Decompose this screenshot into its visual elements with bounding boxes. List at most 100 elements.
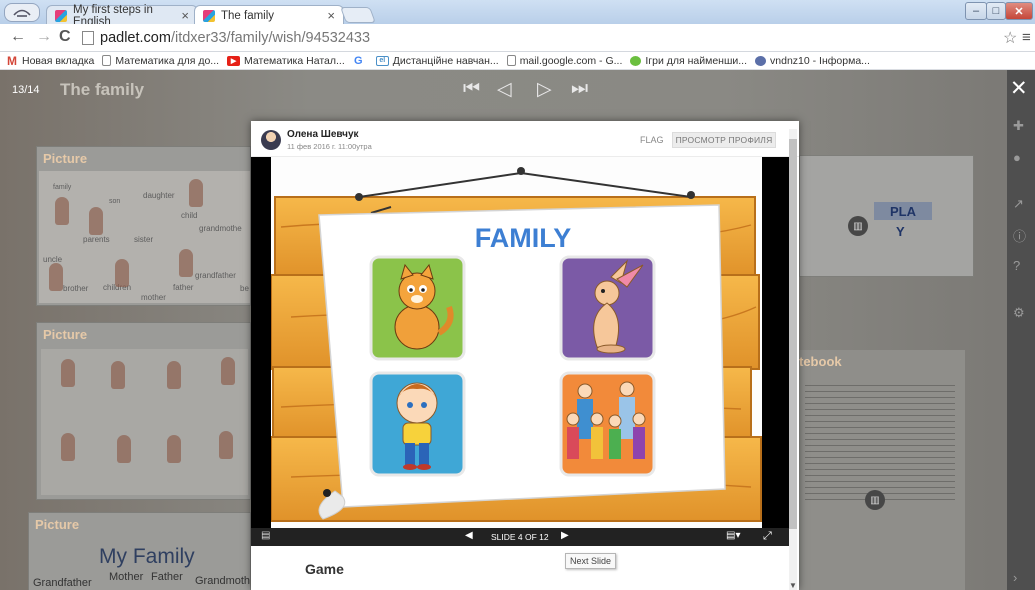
flag-button[interactable]: FLAG — [640, 135, 664, 145]
browser-menu-button[interactable] — [4, 3, 40, 22]
bookmark-label: Новая вкладка — [22, 54, 95, 67]
word-sister: sister — [134, 235, 154, 244]
board-card-picture-3[interactable]: Picture My Family Grandfather Mother Fat… — [28, 512, 251, 590]
add-icon[interactable]: ✚ — [1013, 118, 1024, 134]
slide-menu-icon[interactable]: ▤▾ — [726, 530, 740, 541]
slideshow-embed[interactable]: FAMILY — [251, 157, 789, 528]
first-post-icon[interactable]: ⏮ — [463, 78, 480, 100]
family-members-image — [41, 349, 248, 495]
bookmark-label: vndnz10 - Інформа... — [770, 54, 870, 67]
previous-post-icon[interactable]: ◁ — [497, 78, 512, 101]
family-tree-image: family son daughter child grandmothe par… — [39, 171, 250, 303]
figure-illustration — [89, 207, 103, 235]
padlet-favicon-icon — [203, 9, 215, 22]
bookmark-google[interactable]: G — [353, 55, 368, 67]
last-post-icon[interactable]: ⏭ — [571, 78, 588, 100]
next-slide-icon[interactable]: ▶ — [561, 530, 569, 541]
reload-icon[interactable]: C — [59, 28, 71, 46]
tab-title: The family — [221, 9, 275, 22]
slide-counter: SLIDE 4 OF 12 — [491, 532, 549, 542]
word-father-2: Father — [151, 571, 183, 583]
bookmark-mail[interactable]: mail.google.com - G... — [506, 55, 622, 67]
figure-illustration — [167, 361, 181, 389]
word-parents: parents — [83, 235, 110, 244]
word-mother: mother — [141, 293, 166, 302]
scroll-down-icon[interactable]: ▼ — [789, 581, 797, 590]
slide-image: FAMILY — [271, 157, 762, 528]
bookmark-label: Ігри для найменши... — [645, 54, 748, 67]
tab-my-first-steps[interactable]: My first steps in English × — [46, 4, 198, 28]
tab-the-family[interactable]: The family × — [194, 5, 344, 25]
book-icon[interactable]: ▥ — [865, 490, 885, 510]
word-child: child — [181, 211, 198, 220]
board-title: The family — [60, 80, 145, 99]
forward-arrow-icon[interactable]: → — [36, 28, 52, 46]
board-card-picture-1[interactable]: Picture family son daughter child grandm… — [36, 146, 251, 306]
previous-slide-icon[interactable]: ◀ — [465, 530, 473, 541]
bookmark-math[interactable]: Математика для до... — [102, 55, 219, 67]
back-arrow-icon[interactable]: ← — [10, 28, 26, 46]
figure-illustration — [117, 435, 131, 463]
new-tab-button[interactable] — [340, 7, 376, 23]
tab-close-icon[interactable]: × — [327, 8, 335, 23]
next-post-icon[interactable]: ▷ — [537, 78, 552, 101]
youtube-icon: ▶ — [227, 55, 241, 66]
maximize-button[interactable]: □ — [986, 2, 1006, 20]
card-title: tebook — [799, 354, 842, 369]
bookmark-label: Дистанційне навчан... — [392, 54, 499, 67]
page-icon — [506, 55, 516, 66]
board-card-picture-2[interactable]: Picture — [36, 322, 251, 500]
games-icon — [630, 55, 642, 66]
my-family-heading: My Family — [99, 545, 195, 568]
bookmark-games[interactable]: Ігри для найменши... — [630, 55, 747, 67]
help-icon[interactable]: ? — [1013, 258, 1020, 273]
bookmark-vndnz[interactable]: vndnz10 - Інформа... — [755, 55, 870, 67]
board-card-notebook[interactable]: tebook ▥ — [799, 350, 965, 590]
word-grandmoth: Grandmoth — [195, 575, 251, 587]
user-icon[interactable]: ● — [1013, 150, 1021, 165]
page-icon — [82, 31, 94, 45]
word-daughter: daughter — [143, 191, 175, 200]
right-sidebar — [1007, 70, 1035, 590]
browser-logo-icon — [13, 9, 31, 17]
chrome-menu-icon[interactable]: ≡ — [1022, 29, 1031, 46]
post-title: Game — [305, 561, 344, 577]
book-icon[interactable]: ▥ — [848, 216, 868, 236]
figure-illustration — [115, 259, 129, 287]
view-profile-button[interactable]: ПРОСМОТР ПРОФИЛЯ — [672, 132, 776, 148]
post-timestamp: 11 фев 2016 г. 11:00утра — [287, 142, 372, 151]
close-post-icon[interactable]: ✕ — [1010, 76, 1028, 101]
card-title: Picture — [43, 151, 88, 166]
info-icon[interactable]: ⓘ — [1013, 226, 1026, 245]
url-host: padlet.com — [100, 30, 171, 46]
minimize-button[interactable]: – — [965, 2, 987, 20]
tab-close-icon[interactable]: × — [181, 8, 189, 23]
board-card-play[interactable]: PLA Y ▥ — [799, 155, 974, 277]
word-father: father — [173, 283, 194, 292]
padlet-favicon-icon — [55, 9, 67, 22]
slideshow-controls: ▤ ◀ SLIDE 4 OF 12 ▶ ▤▾ ⤢ — [251, 528, 789, 546]
expand-icon[interactable]: › — [1013, 570, 1017, 585]
post-header: Олена Шевчук 11 фев 2016 г. 11:00утра FL… — [251, 121, 799, 157]
figure-illustration — [221, 357, 235, 385]
word-grandfather-2: Grandfather — [33, 577, 92, 589]
bookmark-star-icon[interactable]: ☆ — [1003, 28, 1017, 48]
bookmark-new-tab[interactable]: M Новая вкладка — [6, 53, 95, 68]
modal-scrollbar[interactable]: ▼ — [789, 129, 797, 590]
bookmark-math-natal[interactable]: ▶ Математика Натал... — [227, 55, 345, 67]
close-window-button[interactable]: ✕ — [1005, 2, 1033, 20]
share-icon[interactable]: ↗ — [1013, 196, 1024, 212]
author-name[interactable]: Олена Шевчук — [287, 129, 359, 140]
scrollbar-thumb[interactable] — [789, 139, 797, 529]
word-grandfather: grandfather — [195, 271, 236, 280]
fullscreen-icon[interactable]: ⤢ — [763, 530, 772, 543]
next-slide-tooltip: Next Slide — [565, 553, 617, 569]
word-family: family — [53, 184, 72, 191]
url-field[interactable]: padlet.com/itdxer33/family/wish/94532433 — [82, 27, 1002, 49]
card-title: Picture — [43, 327, 88, 342]
settings-gear-icon[interactable]: ⚙ — [1013, 305, 1025, 321]
bookmark-distance[interactable]: el Дистанційне навчан... — [375, 54, 499, 67]
slideshare-logo-icon: ▤ — [261, 530, 271, 541]
gmail-icon: M — [7, 53, 17, 68]
author-avatar[interactable] — [261, 130, 281, 150]
